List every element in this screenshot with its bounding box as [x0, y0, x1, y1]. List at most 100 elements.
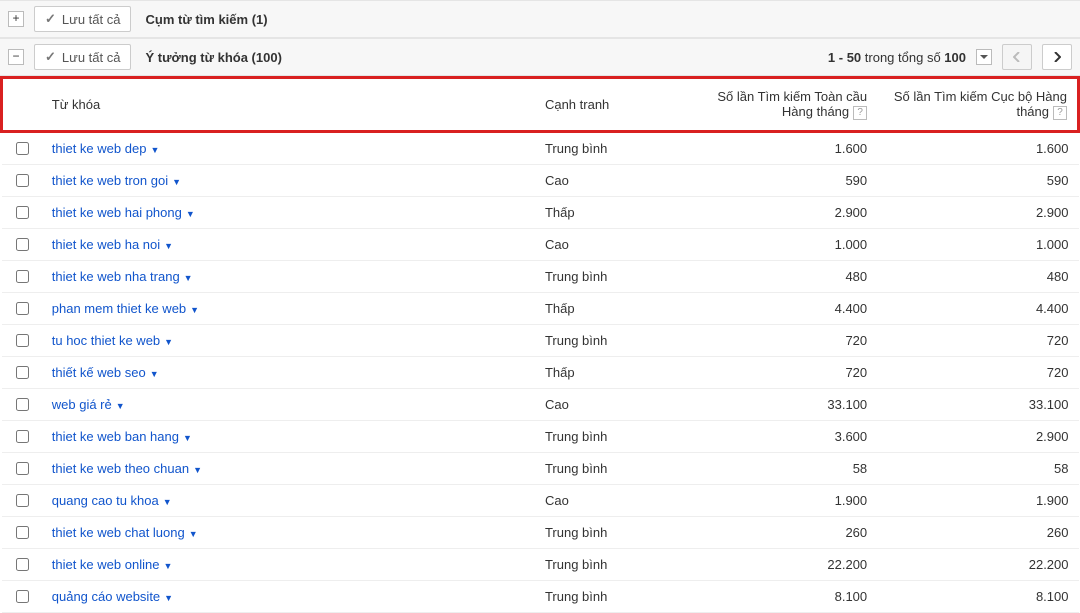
keyword-link[interactable]: phan mem thiet ke web: [52, 301, 186, 316]
keyword-link[interactable]: thiet ke web ha noi: [52, 237, 160, 252]
chevron-down-icon[interactable]: ▼: [184, 273, 193, 283]
row-checkbox[interactable]: [16, 462, 29, 475]
chevron-down-icon[interactable]: ▼: [150, 145, 159, 155]
table-row: thiet ke web hai phong▼Thấp2.9002.900: [2, 196, 1079, 228]
panel-title: Cụm từ tìm kiếm (1): [145, 12, 267, 27]
chevron-down-icon[interactable]: ▼: [186, 209, 195, 219]
col-competition[interactable]: Cạnh tranh: [535, 78, 676, 132]
keyword-link[interactable]: thiet ke web hai phong: [52, 205, 182, 220]
row-checkbox[interactable]: [16, 270, 29, 283]
local-searches-cell: 1.000: [877, 228, 1078, 260]
row-checkbox[interactable]: [16, 494, 29, 507]
chevron-down-icon[interactable]: ▼: [183, 433, 192, 443]
table-row: thiet ke web theo chuan▼Trung bình5858: [2, 452, 1079, 484]
keyword-link[interactable]: thiet ke web dep: [52, 141, 147, 156]
local-searches-cell: 590: [877, 164, 1078, 196]
local-searches-cell: 720: [877, 324, 1078, 356]
chevron-down-icon[interactable]: ▼: [190, 305, 199, 315]
collapse-toggle[interactable]: −: [8, 49, 24, 65]
keyword-link[interactable]: thiết kế web seo: [52, 365, 146, 380]
next-page-button[interactable]: [1042, 44, 1072, 70]
keyword-link[interactable]: thiet ke web theo chuan: [52, 461, 189, 476]
expand-toggle[interactable]: +: [8, 11, 24, 27]
keyword-link[interactable]: web giá rẻ: [52, 397, 112, 412]
row-checkbox[interactable]: [16, 142, 29, 155]
row-checkbox[interactable]: [16, 398, 29, 411]
row-checkbox[interactable]: [16, 238, 29, 251]
table-header-row: Từ khóa Cạnh tranh Số lần Tìm kiếm Toàn …: [2, 78, 1079, 132]
chevron-down-icon[interactable]: ▼: [164, 337, 173, 347]
chevron-down-icon[interactable]: ▼: [172, 177, 181, 187]
panel-search-terms: + ✓ Lưu tất cả Cụm từ tìm kiếm (1): [0, 0, 1080, 38]
competition-cell: Trung bình: [535, 131, 676, 164]
global-searches-cell: 1.000: [676, 228, 877, 260]
keyword-table: Từ khóa Cạnh tranh Số lần Tìm kiếm Toàn …: [0, 76, 1080, 613]
page-size-dropdown[interactable]: [976, 49, 992, 65]
global-searches-cell: 33.100: [676, 388, 877, 420]
pager-range: 1 - 50: [828, 50, 861, 65]
global-searches-cell: 720: [676, 324, 877, 356]
col-global-searches[interactable]: Số lần Tìm kiếm Toàn cầu Hàng tháng?: [676, 78, 877, 132]
chevron-down-icon[interactable]: ▼: [193, 465, 202, 475]
keyword-link[interactable]: quang cao tu khoa: [52, 493, 159, 508]
row-checkbox[interactable]: [16, 526, 29, 539]
keyword-link[interactable]: thiet ke web ban hang: [52, 429, 179, 444]
save-all-label: Lưu tất cả: [62, 50, 121, 65]
keyword-link[interactable]: thiet ke web tron goi: [52, 173, 168, 188]
table-row: thiet ke web online▼Trung bình22.20022.2…: [2, 548, 1079, 580]
global-searches-cell: 58: [676, 452, 877, 484]
row-checkbox[interactable]: [16, 174, 29, 187]
local-searches-cell: 22.200: [877, 548, 1078, 580]
competition-cell: Thấp: [535, 196, 676, 228]
row-checkbox[interactable]: [16, 558, 29, 571]
local-searches-cell: 1.900: [877, 484, 1078, 516]
panel-title: Ý tưởng từ khóa (100): [145, 50, 281, 65]
row-checkbox[interactable]: [16, 334, 29, 347]
chevron-down-icon[interactable]: ▼: [163, 497, 172, 507]
chevron-down-icon[interactable]: ▼: [189, 529, 198, 539]
chevron-left-icon: [1013, 52, 1021, 62]
chevron-down-icon[interactable]: ▼: [164, 241, 173, 251]
chevron-down-icon[interactable]: ▼: [150, 369, 159, 379]
row-checkbox[interactable]: [16, 366, 29, 379]
row-checkbox[interactable]: [16, 590, 29, 603]
chevron-down-icon[interactable]: ▼: [116, 401, 125, 411]
table-row: quảng cáo website▼Trung bình8.1008.100: [2, 580, 1079, 612]
local-searches-cell: 2.900: [877, 196, 1078, 228]
panel-keyword-ideas: − ✓ Lưu tất cả Ý tưởng từ khóa (100) 1 -…: [0, 38, 1080, 76]
keyword-link[interactable]: quảng cáo website: [52, 589, 160, 604]
check-icon: ✓: [45, 11, 56, 27]
pager-total: 100: [944, 50, 966, 65]
local-searches-cell: 1.600: [877, 131, 1078, 164]
pager-text: 1 - 50 trong tổng số 100: [828, 50, 966, 65]
row-checkbox[interactable]: [16, 302, 29, 315]
chevron-down-icon[interactable]: ▼: [163, 561, 172, 571]
help-icon[interactable]: ?: [853, 106, 867, 120]
keyword-link[interactable]: tu hoc thiet ke web: [52, 333, 160, 348]
chevron-down-icon[interactable]: ▼: [164, 593, 173, 603]
row-checkbox[interactable]: [16, 430, 29, 443]
competition-cell: Trung bình: [535, 260, 676, 292]
global-searches-cell: 4.400: [676, 292, 877, 324]
table-row: thiet ke web chat luong▼Trung bình260260: [2, 516, 1079, 548]
competition-cell: Thấp: [535, 356, 676, 388]
keyword-link[interactable]: thiet ke web nha trang: [52, 269, 180, 284]
table-row: thiết kế web seo▼Thấp720720: [2, 356, 1079, 388]
competition-cell: Cao: [535, 228, 676, 260]
save-all-button[interactable]: ✓ Lưu tất cả: [34, 6, 131, 32]
col-local-searches[interactable]: Số lần Tìm kiếm Cục bộ Hàng tháng?: [877, 78, 1078, 132]
table-row: thiet ke web dep▼Trung bình1.6001.600: [2, 131, 1079, 164]
global-searches-cell: 22.200: [676, 548, 877, 580]
keyword-link[interactable]: thiet ke web chat luong: [52, 525, 185, 540]
local-searches-cell: 720: [877, 356, 1078, 388]
col-keyword[interactable]: Từ khóa: [42, 78, 535, 132]
competition-cell: Cao: [535, 388, 676, 420]
save-all-button[interactable]: ✓ Lưu tất cả: [34, 44, 131, 70]
competition-cell: Thấp: [535, 292, 676, 324]
global-searches-cell: 720: [676, 356, 877, 388]
minus-icon: −: [12, 50, 19, 62]
row-checkbox[interactable]: [16, 206, 29, 219]
keyword-link[interactable]: thiet ke web online: [52, 557, 160, 572]
table-row: quang cao tu khoa▼Cao1.9001.900: [2, 484, 1079, 516]
help-icon[interactable]: ?: [1053, 106, 1067, 120]
